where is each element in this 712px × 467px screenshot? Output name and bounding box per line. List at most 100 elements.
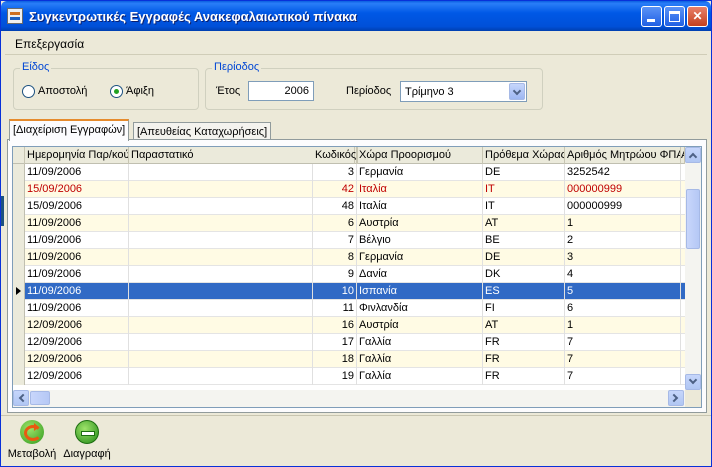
cell-country-prefix[interactable]: ES [483,283,565,300]
cell-document[interactable] [129,181,313,198]
cell-document[interactable] [129,198,313,215]
cell-date[interactable]: 11/09/2006 [25,266,129,283]
scroll-left-button[interactable] [13,390,29,406]
cell-country-prefix[interactable]: AT [483,317,565,334]
cell-country-prefix[interactable]: FI [483,300,565,317]
cell-code[interactable]: 3 [313,164,357,181]
cell-date[interactable]: 11/09/2006 [25,164,129,181]
cell-vat-number[interactable]: 3 [565,249,681,266]
cell-vat-number[interactable]: 2 [565,232,681,249]
row-indicator[interactable] [13,317,25,334]
cell-destination[interactable]: Βέλγιο [357,232,483,249]
cell-destination[interactable]: Ιταλία [357,181,483,198]
scroll-down-button[interactable] [685,374,701,390]
menu-edit[interactable]: Επεξεργασία [15,37,84,51]
cell-date[interactable]: 11/09/2006 [25,232,129,249]
cell-vat-number[interactable]: 4 [565,266,681,283]
table-row[interactable]: 11/09/2006 3 Γερμανία DE 3252542 [13,164,685,181]
cell-date[interactable]: 11/09/2006 [25,215,129,232]
cell-country-prefix[interactable]: AT [483,215,565,232]
row-indicator[interactable] [13,249,25,266]
radio-arrival[interactable] [110,85,123,98]
cell-document[interactable] [129,300,313,317]
period-dropdown-button[interactable] [509,83,525,100]
vertical-scrollbar[interactable] [685,147,701,390]
cell-destination[interactable]: Γαλλία [357,334,483,351]
row-indicator[interactable] [13,351,25,368]
row-indicator[interactable] [13,232,25,249]
title-bar[interactable]: Συγκεντρωτικές Εγγραφές Ανακεφαλαιωτικού… [1,1,711,31]
cell-code[interactable]: 6 [313,215,357,232]
minimize-button[interactable] [641,6,662,27]
table-row[interactable]: 15/09/2006 42 Ιταλία IT 000000999 [13,181,685,198]
maximize-button[interactable] [664,6,685,27]
cell-document[interactable] [129,249,313,266]
cell-country-prefix[interactable]: FR [483,351,565,368]
cell-vat-number[interactable]: 7 [565,334,681,351]
cell-code[interactable]: 9 [313,266,357,283]
cell-document[interactable] [129,317,313,334]
cell-document[interactable] [129,351,313,368]
header-country-prefix[interactable]: Πρόθεμα Χώρας [483,147,565,164]
cell-vat-number[interactable]: 5 [565,283,681,300]
horizontal-scrollbar[interactable] [13,390,685,407]
row-indicator[interactable] [13,215,25,232]
table-row[interactable]: 12/09/2006 19 Γαλλία FR 7 [13,368,685,385]
cell-document[interactable] [129,283,313,300]
radio-dispatch-label[interactable]: Αποστολή [38,85,87,97]
scroll-up-button[interactable] [685,147,701,163]
table-row[interactable]: 11/09/2006 7 Βέλγιο BE 2 [13,232,685,249]
cell-date[interactable]: 11/09/2006 [25,249,129,266]
cell-destination[interactable]: Γαλλία [357,351,483,368]
cell-country-prefix[interactable]: IT [483,198,565,215]
cell-vat-number[interactable]: 7 [565,368,681,385]
row-indicator[interactable] [13,300,25,317]
cell-code[interactable]: 17 [313,334,357,351]
cell-vat-number[interactable]: 000000999 [565,198,681,215]
row-indicator[interactable] [13,181,25,198]
cell-destination[interactable]: Δανία [357,266,483,283]
table-row[interactable]: 11/09/2006 10 Ισπανία ES 5 [13,283,685,300]
cell-code[interactable]: 48 [313,198,357,215]
cell-date[interactable]: 12/09/2006 [25,368,129,385]
cell-destination[interactable]: Ιταλία [357,198,483,215]
header-destination[interactable]: Χώρα Προορισμού [357,147,483,164]
delete-button[interactable]: Διαγραφή [61,420,113,460]
cell-code[interactable]: 19 [313,368,357,385]
cell-code[interactable]: 18 [313,351,357,368]
cell-vat-number[interactable]: 3252542 [565,164,681,181]
cell-destination[interactable]: Γερμανία [357,249,483,266]
vertical-scroll-thumb[interactable] [686,189,700,249]
cell-country-prefix[interactable]: IT [483,181,565,198]
cell-document[interactable] [129,368,313,385]
close-button[interactable]: ✕ [687,6,708,27]
table-row[interactable]: 11/09/2006 9 Δανία DK 4 [13,266,685,283]
cell-document[interactable] [129,215,313,232]
row-indicator[interactable] [13,198,25,215]
horizontal-scroll-thumb[interactable] [30,391,50,405]
table-row[interactable]: 12/09/2006 16 Αυστρία AT 1 [13,317,685,334]
header-vat-number[interactable]: Αριθμός Μητρώου ΦΠΑ [565,147,681,164]
cell-document[interactable] [129,164,313,181]
cell-vat-number[interactable]: 000000999 [565,181,681,198]
cell-country-prefix[interactable]: DE [483,249,565,266]
cell-destination[interactable]: Φινλανδία [357,300,483,317]
row-indicator[interactable] [13,368,25,385]
cell-country-prefix[interactable]: BE [483,232,565,249]
cell-document[interactable] [129,232,313,249]
cell-country-prefix[interactable]: FR [483,368,565,385]
table-row[interactable]: 11/09/2006 11 Φινλανδία FI 6 [13,300,685,317]
radio-arrival-label[interactable]: Άφιξη [126,85,154,97]
cell-code[interactable]: 42 [313,181,357,198]
table-row[interactable]: 15/09/2006 48 Ιταλία IT 000000999 [13,198,685,215]
header-code[interactable]: Κωδικός [313,147,357,164]
cell-document[interactable] [129,266,313,283]
tab-manage-records[interactable]: [Διαχείριση Εγγραφών] [9,119,130,141]
cell-vat-number[interactable]: 1 [565,215,681,232]
table-row[interactable]: 12/09/2006 18 Γαλλία FR 7 [13,351,685,368]
cell-date[interactable]: 15/09/2006 [25,198,129,215]
cell-date[interactable]: 15/09/2006 [25,181,129,198]
period-select[interactable]: Τρίμηνο 3 [400,81,527,102]
header-date[interactable]: Ημερομηνία Παρ/κού [25,147,129,164]
table-row[interactable]: 12/09/2006 17 Γαλλία FR 7 [13,334,685,351]
